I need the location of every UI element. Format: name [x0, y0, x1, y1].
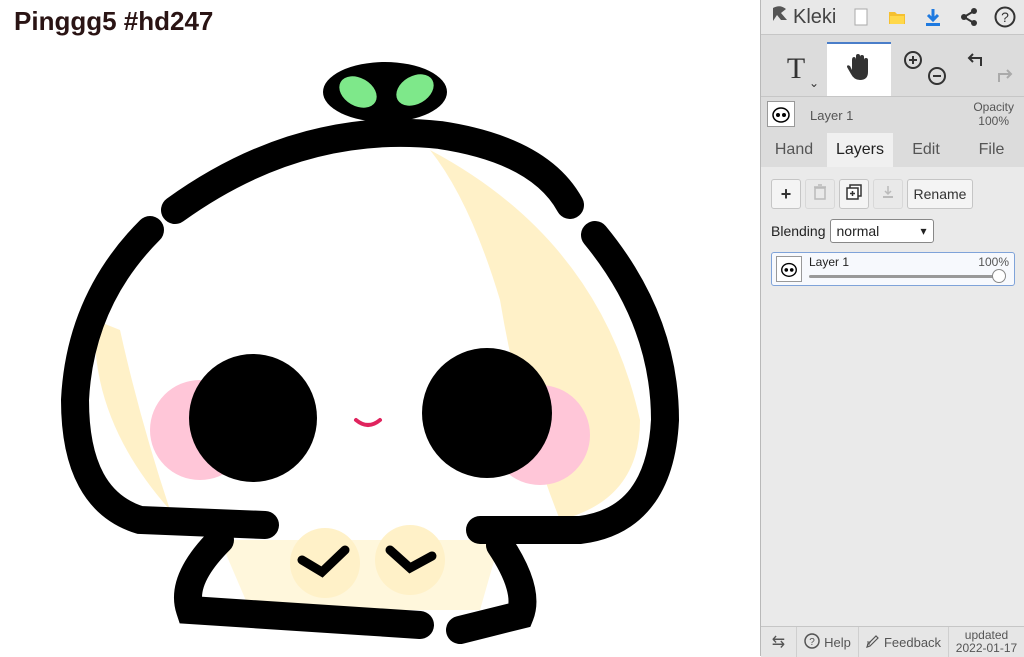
undo-redo-buttons: [961, 42, 1021, 96]
chevron-down-icon: ▾: [920, 224, 927, 238]
help-label: Help: [824, 634, 851, 650]
redo-icon[interactable]: [993, 66, 1013, 89]
tab-file[interactable]: File: [959, 133, 1024, 167]
chevron-down-icon[interactable]: ⌄: [809, 76, 819, 90]
side-panel: Kleki ? T ⌄ Layer 1 Opacity 100% Hand La…: [760, 0, 1024, 657]
duplicate-layer-button[interactable]: [839, 179, 869, 209]
layer-opacity-slider-handle[interactable]: [992, 269, 1006, 283]
feedback-label: Feedback: [883, 634, 942, 650]
zoom-out-icon[interactable]: [927, 66, 947, 91]
duplicate-icon: [846, 183, 862, 205]
zoom-in-icon[interactable]: [903, 50, 923, 75]
eye-left: [189, 354, 317, 482]
layers-panel: + Rename Blending normal ▾ Layer 1 100%: [761, 167, 1024, 627]
swap-arrows-icon: ⇆: [771, 634, 786, 651]
blending-row: Blending normal ▾: [771, 219, 934, 243]
help-button[interactable]: ? Help: [797, 627, 859, 657]
updated-date: 2022-01-17: [955, 641, 1018, 655]
opacity-value: 100%: [978, 114, 1009, 128]
canvas-drawing[interactable]: [0, 0, 760, 656]
trash-icon: [813, 183, 827, 205]
bottom-bar: ⇆ ? Help Feedback updated 2022-01-17: [761, 626, 1024, 657]
open-folder-icon[interactable]: [885, 5, 909, 29]
top-bar: Kleki ?: [761, 0, 1024, 35]
hand-tool-button[interactable]: [827, 42, 891, 96]
merge-layer-button[interactable]: [873, 179, 903, 209]
layer-list-item[interactable]: Layer 1 100%: [771, 252, 1015, 286]
eye-right: [422, 348, 552, 478]
plus-icon: +: [780, 183, 792, 204]
svg-text:?: ?: [1001, 9, 1009, 25]
help-icon[interactable]: ?: [993, 5, 1017, 29]
download-icon[interactable]: [921, 5, 945, 29]
tab-layers[interactable]: Layers: [827, 133, 893, 167]
feedback-button[interactable]: Feedback: [859, 627, 949, 657]
drawing-canvas[interactable]: Pinggg5 #hd247: [0, 0, 760, 656]
head-outline: [161, 118, 584, 224]
tab-hand[interactable]: Hand: [761, 133, 827, 167]
canvas-title: Pinggg5 #hd247: [14, 6, 214, 36]
layer-list-name: Layer 1: [809, 255, 850, 269]
text-tool-button[interactable]: T ⌄: [771, 42, 821, 96]
help-circle-icon: ?: [804, 632, 820, 652]
new-image-icon[interactable]: [849, 5, 873, 29]
undo-icon[interactable]: [967, 50, 987, 73]
cream-shading-bottom: [220, 540, 500, 610]
kleki-logo[interactable]: Kleki: [769, 4, 836, 30]
layer-list-thumbnail: [776, 256, 802, 282]
blending-label: Blending: [771, 223, 826, 239]
add-layer-button[interactable]: +: [771, 179, 801, 209]
rename-button[interactable]: Rename: [907, 179, 973, 209]
swap-panel-button[interactable]: ⇆: [761, 627, 797, 657]
feedback-icon: [866, 634, 880, 651]
layer-name: Layer 1: [810, 108, 854, 123]
app-name: Kleki: [793, 5, 837, 28]
text-tool-icon: T: [786, 52, 806, 85]
layer-list-opacity: 100%: [978, 255, 1009, 269]
updated-info: updated 2022-01-17: [949, 627, 1024, 657]
tab-edit[interactable]: Edit: [893, 133, 959, 167]
mouth: [354, 418, 382, 427]
share-icon[interactable]: [957, 5, 981, 29]
merge-down-icon: [881, 184, 895, 205]
current-layer-info: Layer 1 Opacity 100%: [761, 98, 1024, 132]
panel-tabs: Hand Layers Edit File: [761, 133, 1024, 167]
sprout-stem: [378, 100, 392, 136]
zoom-buttons: [899, 42, 949, 96]
opacity-label: Opacity: [973, 100, 1014, 114]
hand-tool-icon: [844, 52, 874, 89]
kleki-logo-icon: [769, 3, 791, 31]
layer-opacity-slider[interactable]: [809, 275, 1001, 278]
delete-layer-button[interactable]: [805, 179, 835, 209]
blending-select[interactable]: normal ▾: [829, 219, 934, 243]
paw-right: [375, 525, 445, 595]
svg-text:?: ?: [809, 637, 815, 648]
layer-thumbnail: [767, 101, 795, 127]
tool-row: T ⌄: [761, 42, 1024, 97]
blending-value: normal: [836, 223, 880, 239]
